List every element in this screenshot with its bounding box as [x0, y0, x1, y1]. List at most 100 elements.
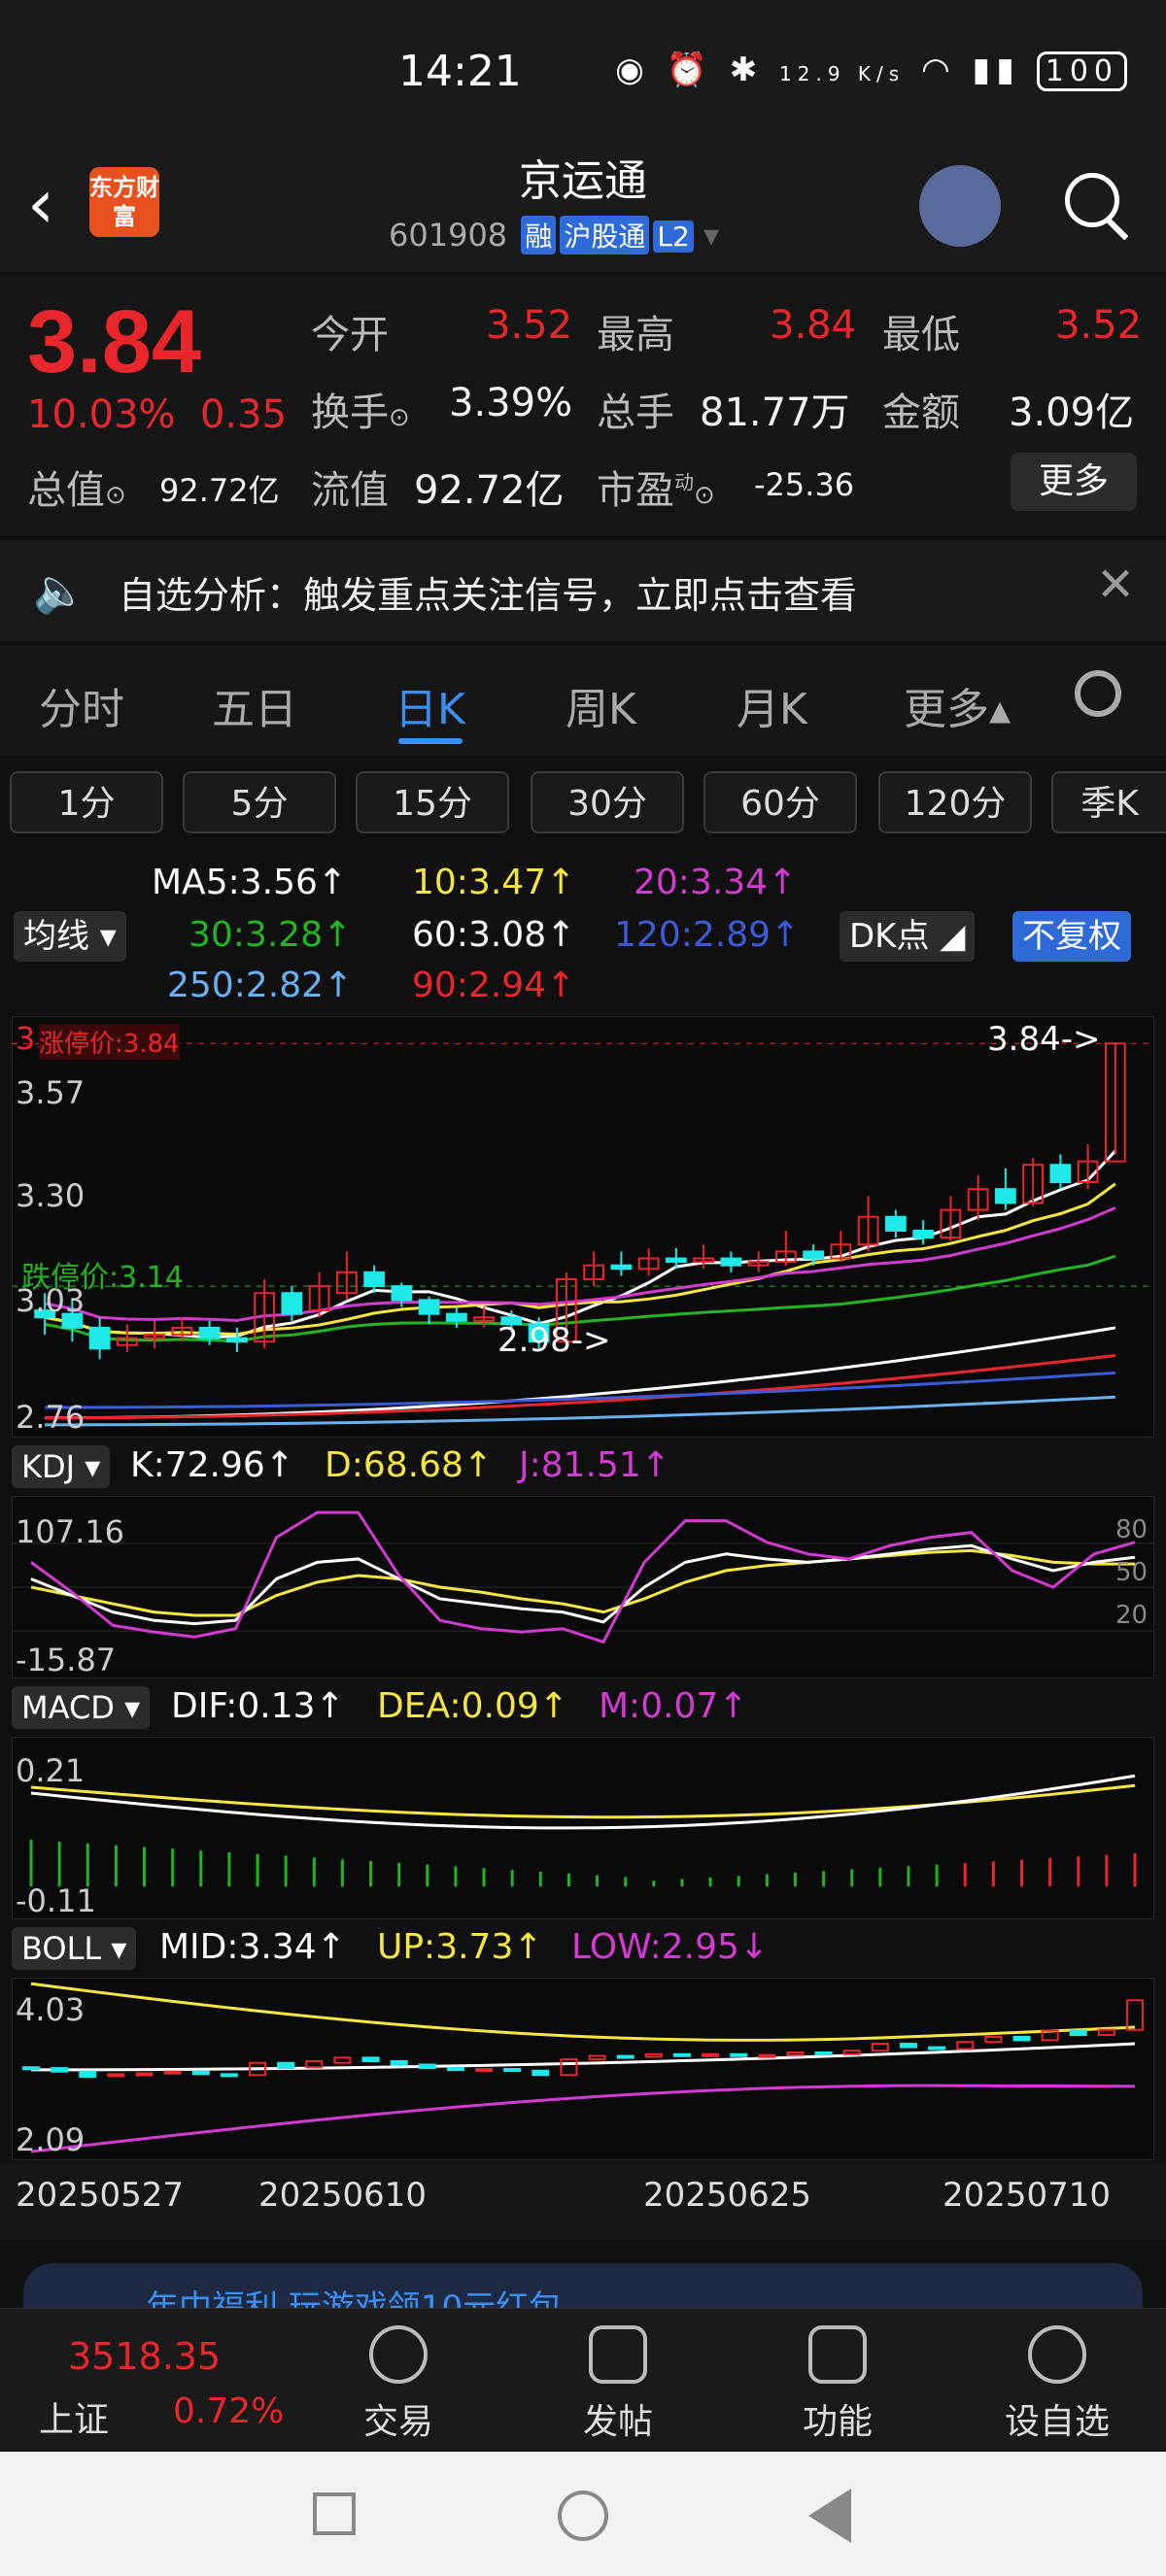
- net-speed: 12.9 K/s: [779, 62, 906, 85]
- period-quarter[interactable]: 季K: [1051, 771, 1166, 833]
- boll-candle: [842, 2050, 861, 2055]
- tab-daily-k[interactable]: 日K: [394, 674, 465, 736]
- boll-candle: [928, 2046, 946, 2051]
- boll-candle: [644, 2052, 663, 2058]
- boll-selector[interactable]: BOLL ▾: [12, 1927, 137, 1970]
- period-1min[interactable]: 1分: [10, 771, 163, 833]
- boll-y-bottom: 2.09: [16, 2121, 86, 2158]
- kdj-d-line: [30, 1548, 1135, 1617]
- recents-icon[interactable]: [313, 2492, 356, 2535]
- nav-functions[interactable]: 功能: [770, 2325, 906, 2444]
- low-label: 最低: [882, 313, 960, 357]
- nav-post[interactable]: 发帖: [550, 2325, 686, 2444]
- ma60-label: 60:3.08↑: [412, 915, 576, 955]
- tag-hk-connect: 沪股通: [560, 216, 650, 254]
- date-2: 20250610: [258, 2176, 428, 2215]
- tab-weekly-k[interactable]: 周K: [566, 674, 636, 736]
- ma10-label: 10:3.47↑: [412, 863, 576, 902]
- ma-selector[interactable]: 均线 ▾: [14, 911, 126, 962]
- volume-value: 81.77万: [700, 390, 850, 435]
- macd-dif: DIF:0.13↑: [171, 1686, 345, 1726]
- dk-point-button[interactable]: DK点 ◢: [840, 911, 976, 962]
- boll-candle: [956, 2041, 975, 2051]
- more-dots-icon: [1028, 2325, 1086, 2384]
- boll-candle: [730, 2052, 748, 2057]
- adjust-button[interactable]: 不复权: [1012, 911, 1131, 962]
- back-arrow-icon[interactable]: ‹: [27, 170, 54, 238]
- promo-banner-text[interactable]: 年中福利 玩游戏领10元红包: [146, 2281, 562, 2308]
- period-15min[interactable]: 15分: [356, 771, 509, 833]
- ma30-label: 30:3.28↑: [189, 915, 353, 955]
- bluetooth-icon: ✱: [729, 51, 764, 89]
- boll-up: UP:3.73↑: [377, 1927, 543, 1967]
- boll-candle: [786, 2051, 805, 2056]
- more-button[interactable]: 更多: [1011, 453, 1137, 511]
- boll-candle: [758, 2053, 776, 2058]
- app-logo[interactable]: 东方财富: [89, 167, 159, 237]
- kdj-k: K:72.96↑: [130, 1445, 294, 1485]
- boll-candle: [814, 2051, 833, 2055]
- boll-mid-line: [30, 2042, 1136, 2072]
- amount-label: 金额: [882, 390, 960, 435]
- kdj-k-line: [30, 1543, 1136, 1626]
- boll-candle: [532, 2069, 550, 2077]
- gear-icon[interactable]: [1075, 670, 1121, 717]
- ma250-label: 250:2.82↑: [167, 966, 354, 1005]
- kdj-d: D:68.68↑: [325, 1445, 494, 1485]
- open-value: 3.52: [486, 303, 573, 348]
- wifi-icon: ◠: [921, 51, 956, 89]
- index-name[interactable]: 上证: [39, 2391, 109, 2442]
- macd-selector[interactable]: MACD ▾: [12, 1686, 151, 1729]
- volume-label: 总手: [597, 390, 674, 435]
- notice-text[interactable]: 自选分析：触发重点关注信号，立即点击查看: [119, 565, 857, 619]
- amount-value: 3.09亿: [1009, 390, 1135, 435]
- back-icon[interactable]: [808, 2489, 851, 2543]
- tab-monthly-k[interactable]: 月K: [737, 674, 807, 736]
- y-tick-3: 3.30: [16, 1177, 86, 1214]
- kdj-selector[interactable]: KDJ ▾: [12, 1445, 111, 1488]
- ma120-label: 120:2.89↑: [614, 915, 801, 955]
- ma90-label: 90:2.94↑: [412, 966, 576, 1005]
- kdj-y-bottom: -15.87: [16, 1642, 117, 1678]
- alarm-icon: ⏰: [666, 51, 713, 89]
- boll-candle: [418, 2063, 436, 2070]
- date-3: 20250625: [643, 2176, 812, 2215]
- macd-dif-line: [30, 1774, 1136, 1830]
- index-value[interactable]: 3518.35: [68, 2335, 221, 2378]
- kline-chart[interactable]: [12, 1016, 1154, 1438]
- tab-five-day[interactable]: 五日: [212, 674, 297, 736]
- boll-candle: [446, 2067, 464, 2072]
- float-cap-label: 流值: [311, 468, 389, 513]
- period-60min[interactable]: 60分: [703, 771, 857, 833]
- search-icon[interactable]: [1065, 173, 1119, 227]
- period-30min[interactable]: 30分: [531, 771, 684, 833]
- ma5-line: [44, 1149, 1116, 1339]
- macd-y-bottom: -0.11: [16, 1882, 96, 1919]
- boll-chart[interactable]: [12, 1978, 1154, 2160]
- ma5-label: MA5:3.56↑: [152, 863, 348, 902]
- tab-more[interactable]: 更多▴: [904, 674, 1011, 736]
- index-change[interactable]: 0.72%: [173, 2391, 284, 2431]
- yen-icon: [369, 2325, 428, 2384]
- boll-candle: [305, 2059, 324, 2069]
- period-5min[interactable]: 5分: [183, 771, 336, 833]
- close-icon[interactable]: ✕: [1096, 558, 1135, 612]
- status-icons: ◉ ⏰ ✱ 12.9 K/s ◠ ▮▮ 100: [615, 51, 1127, 91]
- nav-add-watchlist[interactable]: 设自选: [989, 2325, 1125, 2444]
- y-tick-bottom: 2.76: [16, 1399, 86, 1436]
- home-icon[interactable]: [558, 2491, 608, 2541]
- ma20-label: 20:3.34↑: [634, 863, 798, 902]
- nav-trade[interactable]: 交易: [330, 2325, 466, 2444]
- chevron-down-icon[interactable]: ▾: [703, 217, 719, 254]
- candle-body: [665, 1257, 687, 1264]
- macd-chart[interactable]: [12, 1737, 1154, 1919]
- period-120min[interactable]: 120分: [878, 771, 1032, 833]
- candle-body: [1049, 1164, 1072, 1184]
- tab-intraday[interactable]: 分时: [39, 674, 124, 736]
- boll-candle: [361, 2056, 380, 2062]
- assistant-robot-icon[interactable]: [919, 165, 1001, 247]
- kdj-chart[interactable]: [12, 1496, 1154, 1678]
- total-cap-label: 总值⊙: [27, 468, 126, 513]
- stock-code: 601908: [389, 217, 508, 254]
- open-label: 今开: [311, 313, 389, 357]
